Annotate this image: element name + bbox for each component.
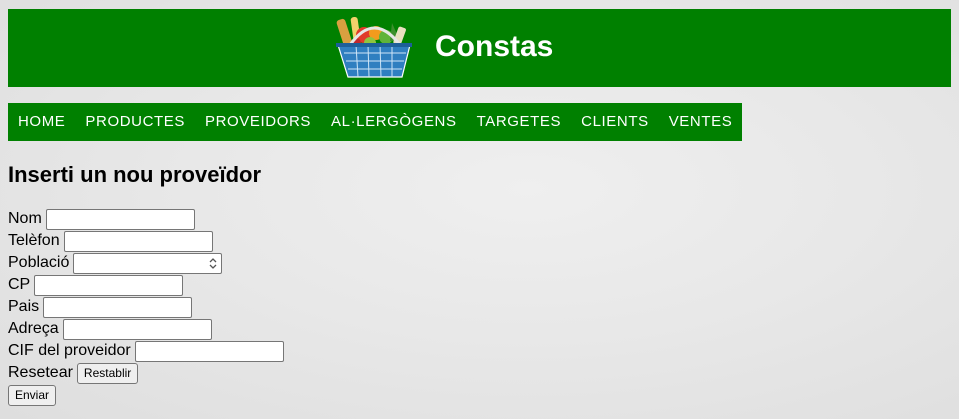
telefon-label: Telèfon (8, 232, 60, 249)
cif-label: CIF del proveidor (8, 342, 131, 359)
form-row-nom: Nom (8, 208, 284, 230)
form-row-submit: Enviar (8, 384, 284, 406)
form-row-adreca: Adreça (8, 318, 284, 340)
form-row-telefon: Telèfon (8, 230, 284, 252)
nav-item-clients[interactable]: CLIENTS (571, 103, 659, 141)
pais-input[interactable] (43, 296, 193, 318)
main-nav: HOME PRODUCTES PROVEIDORS AL·LERGÒGENS T… (8, 103, 743, 141)
form-row-pais: Pais (8, 296, 284, 318)
adreca-label: Adreça (8, 320, 59, 337)
form-row-cp: CP (8, 274, 284, 296)
new-supplier-form: Nom Telèfon Població CP Pais Adreça CIF … (8, 208, 284, 406)
poblacio-number-input[interactable] (73, 252, 223, 274)
poblacio-label: Població (8, 254, 70, 271)
nav-item-allergogens[interactable]: AL·LERGÒGENS (321, 103, 467, 141)
form-row-reset: Resetear Restablir (8, 362, 284, 384)
site-title: Constas (435, 30, 554, 63)
site-header: Constas (8, 9, 951, 87)
reset-label: Resetear (8, 364, 73, 381)
nav-item-home[interactable]: HOME (8, 103, 75, 141)
cp-label: CP (8, 276, 31, 293)
nom-input[interactable] (45, 208, 195, 230)
pais-label: Pais (8, 298, 40, 315)
nav-item-proveidors[interactable]: PROVEIDORS (195, 103, 321, 141)
form-row-poblacio: Població (8, 252, 284, 274)
nav-item-targetes[interactable]: TARGETES (467, 103, 572, 141)
form-row-cif: CIF del proveidor (8, 340, 284, 362)
shopping-basket-icon (336, 16, 412, 78)
adreca-input[interactable] (62, 318, 212, 340)
spinner-arrows-icon[interactable] (208, 256, 218, 271)
nom-label: Nom (8, 210, 42, 227)
submit-button[interactable]: Enviar (8, 384, 57, 406)
nav-item-ventes[interactable]: VENTES (659, 103, 743, 141)
cp-input[interactable] (34, 274, 184, 296)
page-title: Inserti un nou proveïdor (8, 162, 262, 187)
cif-input[interactable] (134, 340, 284, 362)
telefon-input[interactable] (63, 230, 213, 252)
nav-item-productes[interactable]: PRODUCTES (75, 103, 195, 141)
reset-button[interactable]: Restablir (76, 362, 139, 384)
